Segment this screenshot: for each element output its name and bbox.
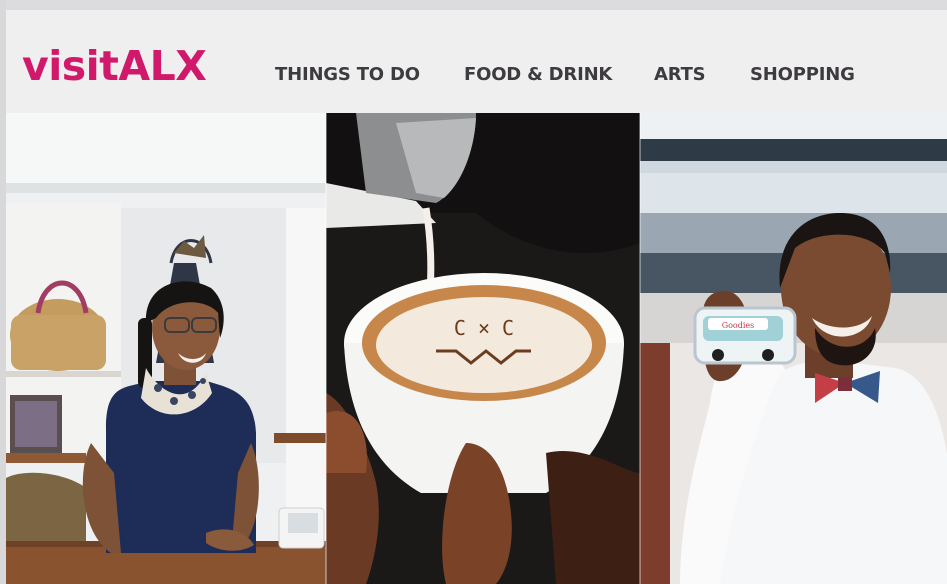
nav-shopping[interactable]: SHOPPING <box>750 64 855 85</box>
nav-things-to-do[interactable]: THINGS TO DO <box>275 64 420 85</box>
site-header: visitALX THINGS TO DO FOOD & DRINK ARTS … <box>6 10 947 113</box>
nav-arts[interactable]: ARTS <box>654 64 706 85</box>
panel-divider <box>325 113 327 584</box>
shop-owner-sticker-photo: Goodies <box>640 113 947 584</box>
latte-art-photo: C × C <box>326 113 640 584</box>
hero-panel-coffee[interactable]: C × C <box>326 113 640 584</box>
browser-top-strip <box>0 0 947 10</box>
svg-text:C × C: C × C <box>454 316 514 340</box>
hero-panel-shop[interactable] <box>6 113 326 584</box>
panel-divider <box>639 113 641 584</box>
shop-owner-photo <box>6 113 326 584</box>
hero-panel-shopping[interactable]: Goodies <box>640 113 947 584</box>
main-nav: THINGS TO DO FOOD & DRINK ARTS SHOPPING <box>6 10 947 113</box>
truck-sign: Goodies <box>722 321 755 330</box>
nav-food-drink[interactable]: FOOD & DRINK <box>464 64 612 85</box>
